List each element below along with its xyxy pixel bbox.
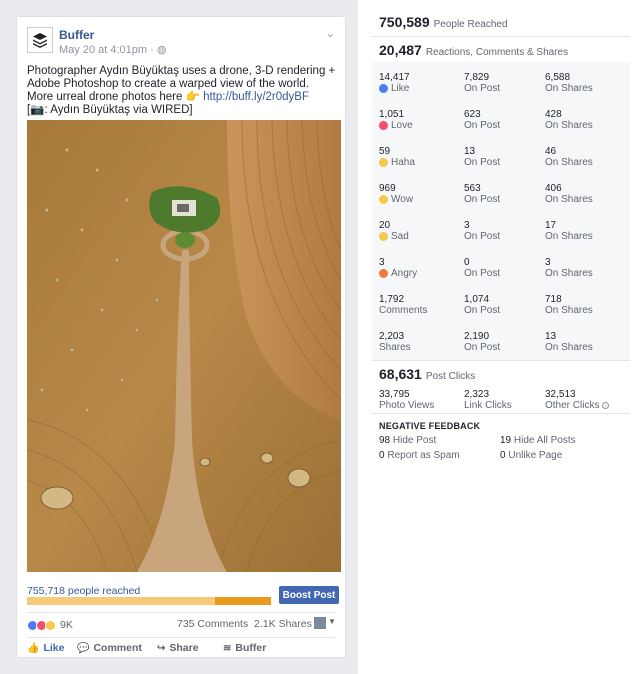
reaction-total-cell: 2,203 Shares: [379, 331, 411, 353]
on-post-cell: 623 On Post: [464, 109, 501, 131]
report-spam-stat: 0 Report as Spam: [379, 450, 460, 461]
shares-count[interactable]: 2.1K Shares: [254, 618, 312, 630]
reach-bar: [27, 597, 271, 605]
post-text-line: Photographer Aydın Büyüktaş uses a drone…: [27, 65, 336, 90]
on-shares-cell: 3 On Shares: [545, 257, 593, 279]
comment-icon: 💬: [77, 642, 90, 654]
post-text-more: More urreal drone photos here 👉 http://b…: [27, 91, 309, 103]
on-post-cell: 7,829 On Post: [464, 72, 501, 94]
on-shares-cell: 406 On Shares: [545, 183, 593, 205]
on-post-cell: 2,190 On Post: [464, 331, 501, 353]
reactions-count: 9K: [60, 619, 73, 631]
divider: [372, 36, 630, 37]
sad-icon: [379, 232, 388, 241]
reaction-total-cell: 14,417 Like: [379, 72, 410, 94]
reactions-summary[interactable]: 9K: [27, 617, 73, 633]
reach-bar-fill: [214, 597, 271, 605]
share-button[interactable]: ↪ Share: [157, 642, 199, 654]
comments-count[interactable]: 735 Comments: [177, 618, 248, 630]
post-image[interactable]: [27, 120, 341, 572]
engagement-value: 20,487: [379, 42, 422, 58]
post-clicks-label: Post Clicks: [425, 371, 476, 382]
angry-icon: [379, 269, 388, 278]
post-card: Buffer May 20 at 4:01pm · ◍ ⌄ Photograph…: [16, 16, 346, 658]
reaction-total-cell: 59 Haha: [379, 146, 415, 168]
wow-reaction-icon: [45, 619, 56, 631]
post-panel: Buffer May 20 at 4:01pm · ◍ ⌄ Photograph…: [0, 0, 358, 674]
people-reached-value: 750,589: [379, 14, 430, 30]
comment-button[interactable]: 💬 Comment: [77, 642, 142, 654]
post-link[interactable]: http://buff.ly/2r0dyBF: [203, 91, 309, 103]
boost-post-button[interactable]: Boost Post: [279, 586, 339, 604]
on-shares-cell: 46 On Shares: [545, 146, 593, 168]
on-shares-cell: 718 On Shares: [545, 294, 593, 316]
reaction-total-cell: 20 Sad: [379, 220, 409, 242]
page-name[interactable]: Buffer: [59, 28, 94, 42]
people-reached-stat: 750,589 People Reached: [379, 14, 508, 30]
info-icon[interactable]: i: [602, 402, 610, 409]
like-button[interactable]: 👍 Like: [27, 642, 64, 654]
hide-post-stat: 98 Hide Post: [379, 435, 437, 446]
post-clicks-value: 68,631: [379, 366, 422, 382]
buffer-stack-icon: ≋: [223, 642, 232, 654]
like-icon: [379, 84, 388, 93]
on-post-cell: 0 On Post: [464, 257, 501, 279]
on-shares-cell: 13 On Shares: [545, 331, 593, 353]
pointing-hand-icon: 👉: [185, 91, 200, 103]
share-arrow-icon: ↪: [157, 642, 166, 654]
on-post-cell: 563 On Post: [464, 183, 501, 205]
thumbs-up-icon: 👍: [27, 642, 40, 654]
on-post-cell: 3 On Post: [464, 220, 501, 242]
divider: [27, 612, 335, 613]
buffer-button[interactable]: ≋ Buffer: [223, 642, 266, 654]
people-reached-link[interactable]: 755,718 people reached: [27, 585, 140, 597]
photo-views-cell: 33,795 Photo Views: [379, 389, 435, 411]
hide-all-posts-stat: 19 Hide All Posts: [500, 435, 576, 446]
post-credit: [📷: Aydın Büyüktaş via WIRED]: [27, 104, 193, 116]
reaction-total-cell: 1,792 Comments: [379, 294, 428, 316]
insights-panel: 750,589 People Reached 20,487 Reactions,…: [372, 0, 630, 674]
other-clicks-cell: 32,513 Other Clicks i: [545, 389, 610, 411]
reaction-total-cell: 3 Angry: [379, 257, 418, 279]
divider: [372, 413, 630, 414]
chevron-down-icon[interactable]: ⌄: [326, 27, 335, 40]
on-post-cell: 13 On Post: [464, 146, 501, 168]
on-shares-cell: 6,588 On Shares: [545, 72, 593, 94]
caret-down-icon[interactable]: ▼: [328, 617, 336, 626]
post-actions: 👍 Like 💬 Comment ↪ Share ≋ Buffer: [27, 642, 335, 656]
on-shares-cell: 428 On Shares: [545, 109, 593, 131]
globe-icon: ◍: [156, 44, 167, 56]
buffer-logo-icon[interactable]: [27, 27, 53, 53]
avatar[interactable]: [314, 617, 326, 629]
comments-shares: 735 Comments 2.1K Shares: [177, 618, 312, 630]
haha-icon: [379, 158, 388, 167]
post-timestamp[interactable]: May 20 at 4:01pm · ◍: [59, 43, 166, 56]
people-reached-label: People Reached: [433, 19, 508, 30]
divider: [27, 637, 335, 638]
camera-icon: 📷: [30, 104, 45, 116]
unlike-page-stat: 0 Unlike Page: [500, 450, 563, 461]
reaction-total-cell: 1,051 Love: [379, 109, 413, 131]
engagement-stat: 20,487 Reactions, Comments & Shares: [379, 42, 568, 58]
engagement-label: Reactions, Comments & Shares: [425, 47, 569, 58]
on-shares-cell: 17 On Shares: [545, 220, 593, 242]
wow-icon: [379, 195, 388, 204]
link-clicks-cell: 2,323 Link Clicks: [464, 389, 512, 411]
post-text: Photographer Aydın Büyüktaş uses a drone…: [27, 65, 339, 117]
love-icon: [379, 121, 388, 130]
on-post-cell: 1,074 On Post: [464, 294, 501, 316]
divider: [372, 360, 630, 361]
negative-feedback-title: NEGATIVE FEEDBACK: [379, 421, 481, 431]
reaction-total-cell: 969 Wow: [379, 183, 414, 205]
post-clicks-stat: 68,631 Post Clicks: [379, 366, 475, 382]
post-header: Buffer May 20 at 4:01pm · ◍ ⌄: [27, 27, 335, 59]
